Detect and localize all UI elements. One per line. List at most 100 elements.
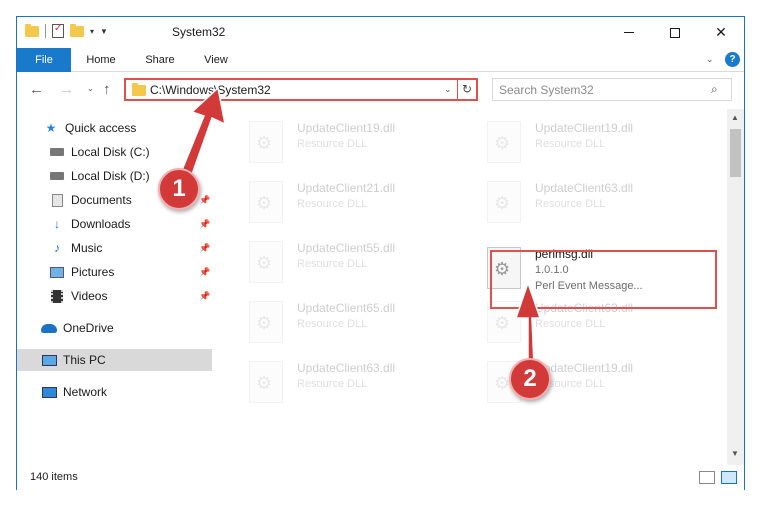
folder-icon bbox=[132, 83, 146, 96]
file-name: UpdateClient63.dll bbox=[297, 361, 396, 375]
file-description: Resource DLL bbox=[297, 318, 368, 330]
window-title: System32 bbox=[172, 25, 226, 39]
address-row: ← → ⌄ ↑ C:\Windows\System32 ⌄ ↻ Search S… bbox=[17, 73, 744, 107]
vertical-scrollbar[interactable]: ▲ ▼ bbox=[727, 109, 744, 465]
sidebar-item-label: Network bbox=[63, 385, 108, 399]
sidebar-item-videos[interactable]: Videos 📌 bbox=[17, 285, 212, 307]
this-pc-icon bbox=[41, 353, 57, 367]
scrollbar-thumb[interactable] bbox=[730, 129, 741, 177]
file-item[interactable]: UpdateClient21.dll Resource DLL bbox=[239, 177, 469, 227]
file-description: Resource DLL bbox=[535, 138, 606, 150]
address-path[interactable]: C:\Windows\System32 bbox=[150, 83, 271, 97]
file-item[interactable]: UpdateClient63.dll Resource DLL bbox=[239, 357, 469, 407]
file-name: UpdateClient55.dll bbox=[297, 241, 396, 255]
chevron-down-icon[interactable]: ⌄ bbox=[444, 84, 452, 95]
details-view-icon[interactable] bbox=[699, 471, 715, 484]
large-icons-view-icon[interactable] bbox=[721, 471, 737, 484]
file-name: UpdateClient21.dll bbox=[297, 181, 396, 195]
sidebar-item-quick-access[interactable]: ★ Quick access bbox=[17, 117, 212, 139]
sidebar-item-label: Pictures bbox=[71, 265, 115, 279]
drive-icon bbox=[49, 145, 65, 159]
navigation-pane: ★ Quick access Local Disk (C:) Local Dis… bbox=[17, 109, 212, 465]
minimize-button[interactable] bbox=[606, 17, 652, 48]
file-list: UpdateClient19.dll Resource DLL UpdateCl… bbox=[227, 109, 727, 465]
onedrive-icon bbox=[41, 321, 57, 335]
file-highlight-box bbox=[490, 250, 717, 309]
step-1-badge: 1 bbox=[158, 168, 200, 210]
dll-file-icon bbox=[249, 361, 283, 403]
pin-icon: 📌 bbox=[199, 242, 211, 253]
pin-icon: 📌 bbox=[199, 266, 211, 277]
pin-icon: 📌 bbox=[199, 194, 211, 205]
up-arrow-icon[interactable]: ↑ bbox=[103, 81, 111, 98]
dll-file-icon bbox=[487, 121, 521, 163]
tab-share[interactable]: Share bbox=[137, 48, 183, 72]
drive-icon bbox=[49, 169, 65, 183]
scroll-up-icon[interactable]: ▲ bbox=[731, 113, 739, 122]
star-icon: ★ bbox=[45, 121, 57, 135]
expand-ribbon-icon[interactable]: ⌄ bbox=[706, 54, 714, 65]
back-arrow-icon[interactable]: ← bbox=[29, 81, 44, 98]
folder-icon bbox=[25, 23, 39, 37]
pin-icon: 📌 bbox=[199, 218, 211, 229]
music-icon: ♪ bbox=[54, 241, 60, 255]
refresh-icon[interactable]: ↻ bbox=[457, 80, 476, 99]
sidebar-item-label: Music bbox=[71, 241, 103, 255]
recent-locations-icon[interactable]: ⌄ bbox=[87, 84, 94, 93]
scroll-down-icon[interactable]: ▼ bbox=[731, 449, 739, 458]
sidebar-item-label: Videos bbox=[71, 289, 108, 303]
forward-arrow-icon[interactable]: → bbox=[59, 81, 74, 98]
file-item[interactable]: UpdateClient63.dll Resource DLL bbox=[477, 177, 707, 227]
tab-view[interactable]: View bbox=[195, 48, 237, 72]
file-item[interactable]: UpdateClient19.dll Resource DLL bbox=[477, 117, 707, 167]
sidebar-item-downloads[interactable]: ↓ Downloads 📌 bbox=[17, 213, 212, 235]
search-icon[interactable]: ⌕ bbox=[711, 82, 718, 97]
network-icon bbox=[41, 385, 57, 399]
file-description: Resource DLL bbox=[297, 378, 368, 390]
file-description: Resource DLL bbox=[535, 318, 606, 330]
minimize-icon bbox=[624, 32, 634, 33]
maximize-icon bbox=[670, 27, 680, 38]
downloads-icon: ↓ bbox=[54, 217, 60, 231]
dll-file-icon bbox=[249, 121, 283, 163]
dll-file-icon bbox=[487, 181, 521, 223]
tab-file[interactable]: File bbox=[17, 48, 71, 72]
search-input[interactable]: Search System32 ⌕ bbox=[492, 78, 732, 101]
quick-access-toolbar: ▾ ▼ bbox=[25, 23, 108, 38]
file-description: Resource DLL bbox=[297, 138, 368, 150]
sidebar-item-local-disk-c[interactable]: Local Disk (C:) bbox=[17, 141, 212, 163]
help-icon[interactable]: ? bbox=[725, 52, 740, 67]
sidebar-item-label: Documents bbox=[71, 193, 132, 207]
file-item[interactable]: UpdateClient55.dll Resource DLL bbox=[239, 237, 469, 287]
step-2-badge: 2 bbox=[509, 358, 551, 400]
new-folder-icon[interactable] bbox=[70, 23, 84, 37]
dll-file-icon bbox=[249, 181, 283, 223]
sidebar-item-onedrive[interactable]: OneDrive bbox=[17, 317, 212, 339]
sidebar-item-label: Local Disk (C:) bbox=[71, 145, 150, 159]
file-name: UpdateClient65.dll bbox=[297, 301, 396, 315]
sidebar-item-label: Downloads bbox=[71, 217, 131, 231]
sidebar-item-this-pc[interactable]: This PC bbox=[17, 349, 212, 371]
properties-icon[interactable] bbox=[52, 23, 64, 38]
title-bar: ▾ ▼ System32 ✕ bbox=[17, 17, 744, 48]
address-bar[interactable]: C:\Windows\System32 ⌄ ↻ bbox=[124, 78, 478, 101]
videos-icon bbox=[49, 289, 65, 303]
close-button[interactable]: ✕ bbox=[698, 17, 744, 48]
sidebar-item-music[interactable]: ♪ Music 📌 bbox=[17, 237, 212, 259]
documents-icon bbox=[49, 193, 65, 207]
file-item[interactable]: UpdateClient65.dll Resource DLL bbox=[239, 297, 469, 347]
customize-toolbar-icon[interactable]: ▾ bbox=[90, 27, 94, 36]
sidebar-item-pictures[interactable]: Pictures 📌 bbox=[17, 261, 212, 283]
tab-home[interactable]: Home bbox=[79, 48, 123, 72]
toolbar-dropdown-icon[interactable]: ▼ bbox=[100, 27, 108, 36]
maximize-button[interactable] bbox=[652, 17, 698, 48]
file-item[interactable]: UpdateClient19.dll Resource DLL bbox=[239, 117, 469, 167]
sidebar-item-label: This PC bbox=[63, 353, 106, 367]
file-name: UpdateClient19.dll bbox=[297, 121, 396, 135]
explorer-window: ▾ ▼ System32 ✕ File Home Share View ⌄ ? … bbox=[16, 16, 745, 490]
pictures-icon bbox=[49, 265, 65, 279]
file-name: UpdateClient63.dll bbox=[535, 181, 634, 195]
search-placeholder[interactable]: Search System32 bbox=[499, 83, 594, 97]
sidebar-item-label: OneDrive bbox=[63, 321, 114, 335]
sidebar-item-network[interactable]: Network bbox=[17, 381, 212, 403]
